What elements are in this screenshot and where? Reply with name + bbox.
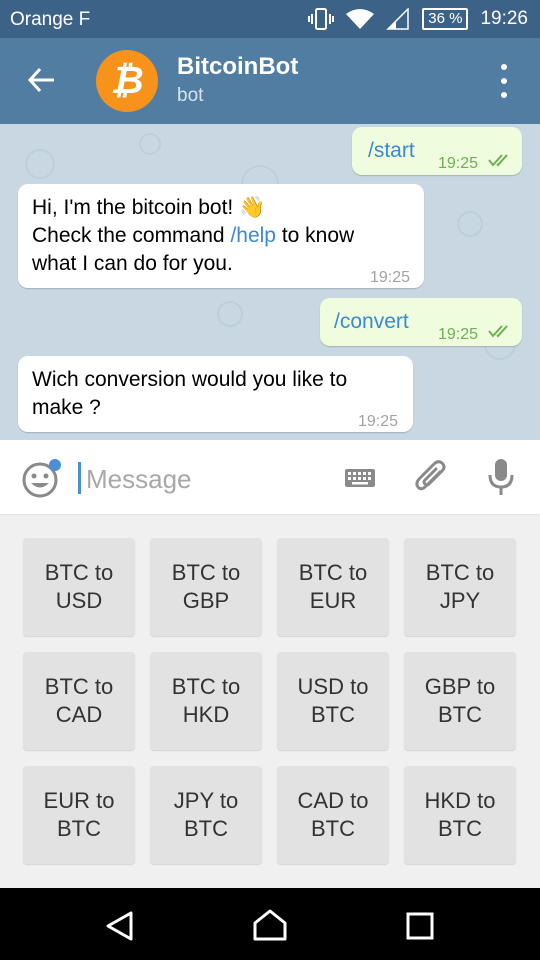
keyboard-button[interactable]: EUR to BTC bbox=[23, 766, 135, 864]
bot-keyboard-icon[interactable] bbox=[344, 466, 376, 490]
system-nav-bar bbox=[0, 888, 540, 960]
nav-back-icon[interactable] bbox=[105, 911, 135, 941]
help-command-link[interactable]: /help bbox=[230, 224, 276, 247]
keyboard-button[interactable]: USD to BTC bbox=[277, 652, 389, 750]
chat-title[interactable]: BitcoinBot bbox=[177, 53, 298, 81]
message-line: what I can do for you. bbox=[32, 252, 233, 275]
keyboard-button[interactable]: CAD to BTC bbox=[277, 766, 389, 864]
message-text: Hi, I'm the bitcoin bot! 👋 Check the com… bbox=[32, 194, 417, 278]
message-time: 19:25 bbox=[438, 326, 479, 343]
microphone-icon[interactable] bbox=[486, 457, 516, 497]
message-text-part: Check the command bbox=[32, 224, 231, 247]
message-outgoing[interactable]: /convert 19:25 bbox=[320, 298, 522, 346]
more-options-icon[interactable] bbox=[488, 64, 520, 98]
message-text: Wich conversion would you like to make ? bbox=[32, 368, 348, 419]
keyboard-button[interactable]: BTC to EUR bbox=[277, 538, 389, 636]
chat-subtitle: bot bbox=[177, 85, 204, 106]
message-text[interactable]: /start bbox=[368, 137, 415, 165]
message-incoming[interactable]: Hi, I'm the bitcoin bot! 👋 Check the com… bbox=[18, 184, 424, 288]
status-icons: 36 % 19:26 bbox=[308, 8, 528, 30]
message-time: 19:25 bbox=[438, 155, 479, 172]
message-outgoing[interactable]: /start 19:25 bbox=[352, 127, 522, 175]
wifi-icon bbox=[346, 9, 375, 29]
signal-icon bbox=[386, 8, 409, 30]
status-bar: Orange F 36 % 19:26 bbox=[0, 0, 540, 38]
message-input[interactable] bbox=[84, 458, 328, 500]
message-text-part: to know bbox=[275, 224, 355, 247]
message-time: 19:25 bbox=[370, 269, 411, 286]
message-incoming[interactable]: Wich conversion would you like to make ?… bbox=[18, 356, 413, 432]
double-check-icon bbox=[488, 325, 508, 338]
back-arrow-icon[interactable] bbox=[26, 64, 58, 96]
carrier-label: Orange F bbox=[10, 9, 91, 30]
vibrate-icon bbox=[308, 8, 335, 30]
double-check-icon bbox=[488, 154, 508, 167]
bot-reply-keyboard: BTC to USD BTC to GBP BTC to EUR BTC to … bbox=[0, 515, 540, 888]
clock: 19:26 bbox=[480, 8, 528, 29]
bitcoin-icon: ₿ bbox=[110, 58, 143, 102]
message-line: Hi, I'm the bitcoin bot! 👋 bbox=[32, 196, 266, 219]
message-input-bar bbox=[0, 440, 540, 515]
attach-icon[interactable] bbox=[414, 458, 448, 498]
bot-avatar[interactable]: ₿ bbox=[96, 50, 158, 112]
battery-indicator: 36 % bbox=[422, 8, 469, 30]
message-text[interactable]: /convert bbox=[334, 308, 409, 336]
app-bar: ₿ BitcoinBot bot bbox=[0, 38, 540, 124]
message-time: 19:25 bbox=[358, 413, 399, 430]
keyboard-button[interactable]: BTC to GBP bbox=[150, 538, 262, 636]
keyboard-button[interactable]: BTC to CAD bbox=[23, 652, 135, 750]
text-cursor bbox=[78, 462, 81, 494]
emoji-icon[interactable] bbox=[22, 458, 62, 498]
nav-recents-icon[interactable] bbox=[406, 912, 434, 940]
keyboard-button[interactable]: BTC to USD bbox=[23, 538, 135, 636]
keyboard-button[interactable]: BTC to HKD bbox=[150, 652, 262, 750]
chat-area[interactable]: /start 19:25 Hi, I'm the bitcoin bot! 👋 … bbox=[0, 124, 540, 440]
keyboard-button[interactable]: BTC to JPY bbox=[404, 538, 516, 636]
message-line: Check the command /help to know bbox=[32, 222, 417, 250]
keyboard-button[interactable]: HKD to BTC bbox=[404, 766, 516, 864]
keyboard-button[interactable]: JPY to BTC bbox=[150, 766, 262, 864]
nav-home-icon[interactable] bbox=[253, 909, 287, 941]
keyboard-button[interactable]: GBP to BTC bbox=[404, 652, 516, 750]
svg-text:₿: ₿ bbox=[110, 58, 143, 102]
